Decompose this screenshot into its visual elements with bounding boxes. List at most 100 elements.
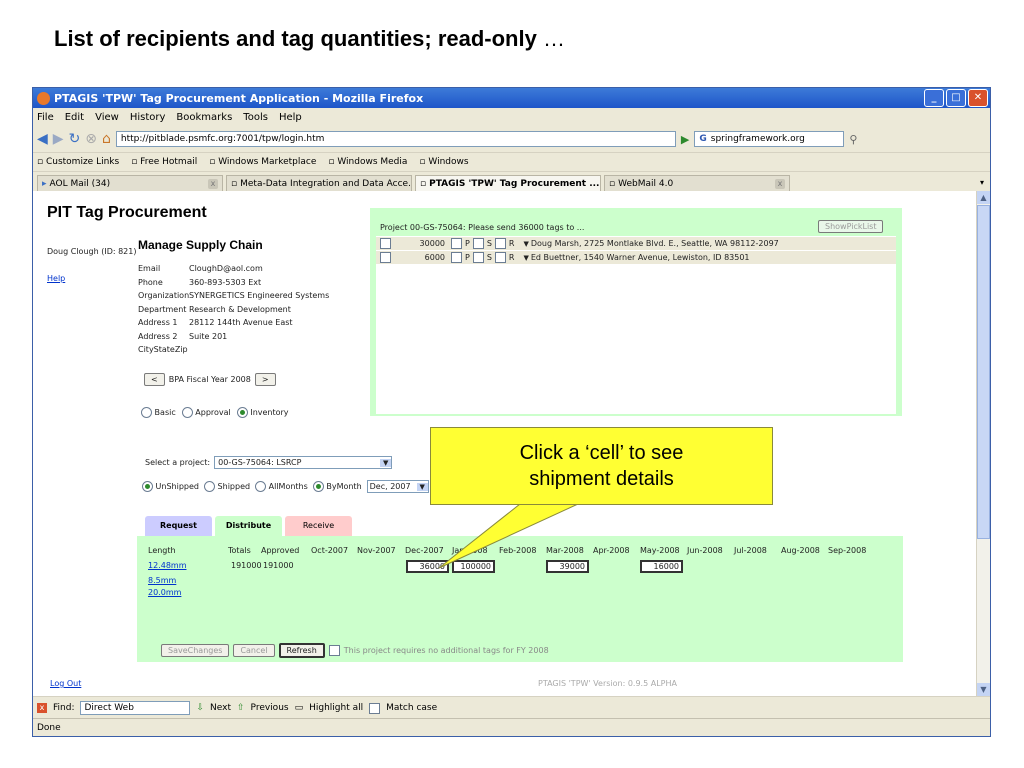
bookmark-windows-marketplace[interactable]: ▫ Windows Marketplace [209, 157, 316, 167]
recipients-list: 30000 P S R ▼ Doug Marsh, 2725 Montlake … [376, 236, 896, 414]
tab-receive[interactable]: Receive [285, 516, 352, 536]
chevron-down-icon[interactable]: ▼ [523, 240, 528, 248]
next-year-button[interactable]: > [254, 373, 276, 386]
menu-view[interactable]: View [95, 112, 119, 123]
radio-inventory[interactable]: Inventory [236, 407, 289, 418]
flag-s-checkbox[interactable] [472, 252, 484, 263]
chevron-down-icon[interactable]: ▼ [523, 254, 528, 262]
maximize-button[interactable]: □ [946, 89, 966, 107]
home-icon[interactable]: ⌂ [102, 131, 111, 147]
highlight-all-button[interactable]: Highlight all [309, 703, 363, 713]
flag-s-checkbox[interactable] [472, 238, 484, 249]
cell-jan-2008[interactable]: 100000 [452, 560, 495, 573]
month-select[interactable]: Dec, 2007 ▼ [366, 480, 429, 493]
tab-meta-data[interactable]: ▫ Meta-Data Integration and Data Acce...… [226, 175, 412, 192]
radio-unshipped[interactable]: UnShipped [142, 481, 199, 492]
bookmark-free-hotmail[interactable]: ▫ Free Hotmail [131, 157, 197, 167]
minimize-button[interactable]: _ [924, 89, 944, 107]
col-feb-2008: Feb-2008 [499, 546, 537, 555]
bookmark-customize-links[interactable]: ▫ Customize Links [37, 157, 119, 167]
flag-r-checkbox[interactable] [494, 252, 506, 263]
page-icon: ▫ [420, 179, 427, 189]
length-link-20-0mm[interactable]: 20.0mm [148, 588, 181, 597]
refresh-button[interactable]: Refresh [278, 643, 325, 658]
find-input[interactable]: Direct Web [80, 701, 191, 715]
callout-line-1: Click a ‘cell’ to see [519, 442, 684, 464]
tab-request[interactable]: Request [145, 516, 212, 536]
firefox-icon [37, 91, 50, 105]
logout-link[interactable]: Log Out [50, 679, 81, 688]
back-icon[interactable]: ◀ [37, 131, 48, 147]
find-next-button[interactable]: Next [210, 703, 231, 713]
menu-file[interactable]: File [37, 112, 54, 123]
contact-info: Email CloughD@aol.com Phone 360-893-5303 E… [138, 264, 330, 354]
scroll-thumb[interactable] [977, 205, 990, 539]
version-text: PTAGIS 'TPW' Version: 0.9.5 ALPHA [538, 679, 677, 688]
scroll-down-icon[interactable]: ▼ [977, 683, 990, 696]
length-link-12-48mm[interactable]: 12.48mm [148, 561, 187, 570]
tab-distribute[interactable]: Distribute [215, 516, 282, 536]
save-changes-button[interactable]: SaveChanges [161, 644, 230, 657]
menu-help[interactable]: Help [279, 112, 302, 123]
find-previous-icon: ⇧ [237, 703, 245, 713]
bookmark-windows[interactable]: ▫ Windows [419, 157, 468, 167]
menu-edit[interactable]: Edit [65, 112, 84, 123]
distribution-panel: Length Totals Approved Oct-2007 Nov-2007… [137, 536, 903, 662]
close-find-icon[interactable]: x [37, 703, 47, 713]
match-case-checkbox[interactable] [369, 702, 381, 714]
browser-tabs: ▸ AOL Mail (34) x ▫ Meta-Data Integratio… [33, 171, 990, 192]
radio-bymonth[interactable]: ByMonth [312, 481, 362, 492]
col-dec-2007: Dec-2007 [405, 546, 444, 555]
go-icon[interactable]: ▶ [681, 133, 689, 146]
close-window-button[interactable]: ✕ [968, 89, 988, 107]
flag-p-checkbox[interactable] [451, 252, 462, 263]
cell-dec-2007[interactable]: 36000 [406, 560, 449, 573]
find-previous-button[interactable]: Previous [251, 703, 289, 713]
scroll-up-icon[interactable]: ▲ [977, 191, 990, 204]
no-additional-tags-checkbox[interactable] [328, 645, 340, 656]
project-select[interactable]: 00-GS-75064: LSRCP ▼ [214, 456, 393, 469]
vertical-scrollbar[interactable]: ▲ ▼ [976, 191, 990, 696]
flag-r-checkbox[interactable] [494, 238, 506, 249]
length-link-8-5mm[interactable]: 8.5mm [148, 576, 176, 585]
select-project-label: Select a project: [145, 458, 211, 467]
reload-icon[interactable]: ↻ [69, 131, 81, 147]
show-picklist-button[interactable]: ShowPickList [818, 220, 884, 233]
menu-history[interactable]: History [130, 112, 166, 123]
col-jul-2008: Jul-2008 [734, 546, 767, 555]
tab-webmail[interactable]: ▫ WebMail 4.0 x [604, 175, 790, 192]
col-totals: Totals [228, 546, 251, 555]
radio-shipped[interactable]: Shipped [204, 481, 250, 492]
cancel-button[interactable]: Cancel [233, 644, 275, 657]
status-text: Done [37, 723, 61, 733]
help-link[interactable]: Help [47, 274, 65, 283]
col-aug-2008: Aug-2008 [781, 546, 820, 555]
section-title: Manage Supply Chain [138, 238, 263, 252]
chevron-down-icon: ▼ [380, 458, 392, 467]
menu-tools[interactable]: Tools [243, 112, 268, 123]
notice-text: This project requires no additional tags… [343, 646, 549, 655]
cell-may-2008[interactable]: 16000 [640, 560, 683, 573]
radio-basic[interactable]: Basic [141, 407, 176, 418]
tab-close-icon[interactable]: x [208, 179, 218, 189]
stop-icon[interactable]: ⊗ [85, 131, 97, 147]
search-icon[interactable]: ⚲ [849, 133, 857, 146]
cell-mar-2008[interactable]: 39000 [546, 560, 589, 573]
prev-year-button[interactable]: < [144, 373, 165, 386]
bookmark-windows-media[interactable]: ▫ Windows Media [328, 157, 407, 167]
search-box[interactable]: G springframework.org [694, 131, 845, 147]
radio-approval[interactable]: Approval [181, 407, 231, 418]
recipient-select-checkbox[interactable] [380, 252, 391, 263]
tab-list-icon[interactable]: ▾ [980, 178, 984, 187]
flag-p-checkbox[interactable] [451, 238, 462, 249]
forward-icon[interactable]: ▶ [53, 131, 64, 147]
radio-allmonths[interactable]: AllMonths [255, 481, 308, 492]
tab-close-icon[interactable]: x [775, 179, 785, 189]
menu-bookmarks[interactable]: Bookmarks [176, 112, 232, 123]
tab-ptagis[interactable]: ▫ PTAGIS 'TPW' Tag Procurement ... x [415, 175, 601, 192]
recipient-select-checkbox[interactable] [380, 238, 391, 249]
url-bar[interactable]: http://pitblade.psmfc.org:7001/tpw/login… [115, 131, 676, 147]
tab-aol-mail[interactable]: ▸ AOL Mail (34) x [37, 175, 223, 192]
recipient-address: Doug Marsh, 2725 Montlake Blvd. E., Seat… [530, 239, 779, 248]
action-row: SaveChanges Cancel Refresh This project … [161, 643, 549, 658]
